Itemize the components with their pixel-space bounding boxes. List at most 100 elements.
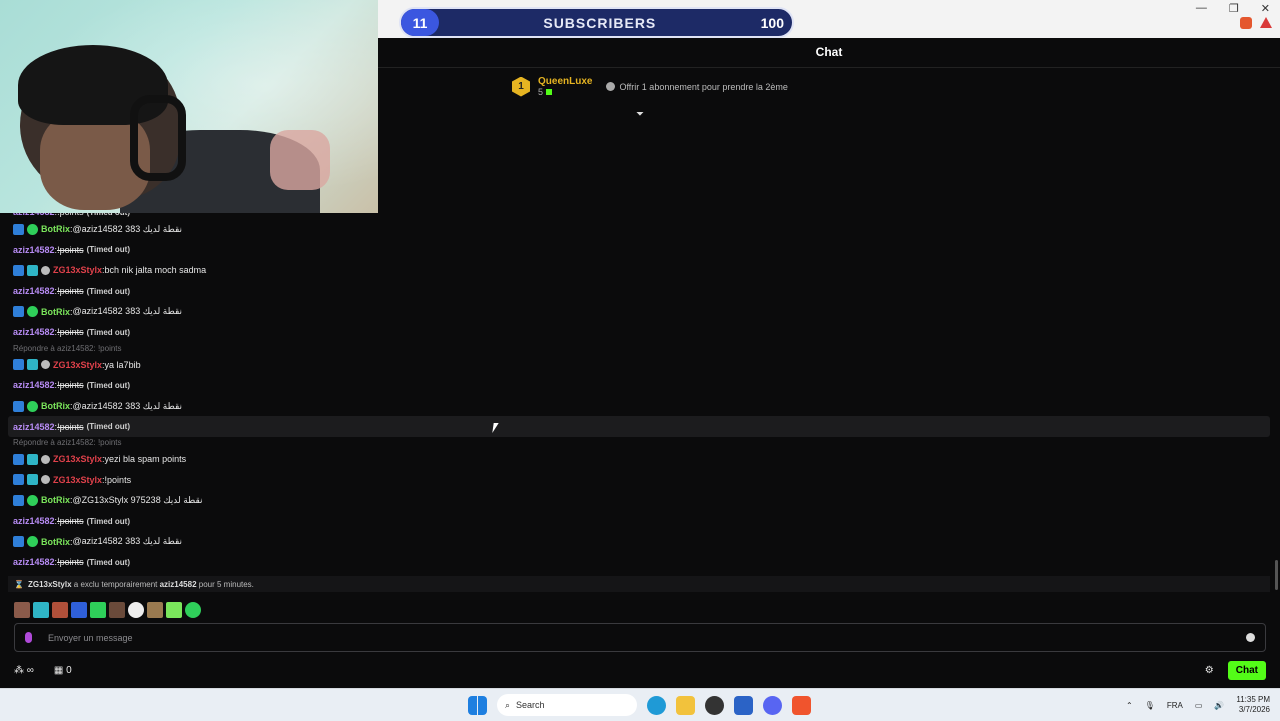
microphone-tray-icon[interactable]: 🎙 bbox=[1145, 701, 1155, 710]
chat-username[interactable]: aziz14582 bbox=[13, 380, 55, 390]
emote-icon[interactable] bbox=[71, 602, 87, 618]
chat-username[interactable]: ZG13xStylx bbox=[53, 454, 102, 464]
chat-message-input[interactable] bbox=[46, 631, 1246, 644]
chat-message[interactable]: ZG13xStylx: bch nik jalta moch sadma bbox=[8, 260, 1270, 281]
brave-shield-icon[interactable] bbox=[1240, 17, 1252, 29]
timed-out-label: (Timed out) bbox=[86, 286, 130, 296]
chat-username[interactable]: aziz14582 bbox=[13, 245, 55, 255]
edge-icon[interactable] bbox=[647, 695, 666, 715]
chat-username[interactable]: BotRix bbox=[41, 401, 70, 411]
network-icon[interactable]: ▭ bbox=[1195, 701, 1203, 710]
timed-out-user: aziz14582 bbox=[159, 579, 197, 589]
gift-offer-text[interactable]: Offrir 1 abonnement pour prendre la 2ème bbox=[619, 82, 787, 92]
chat-message-text: @aziz14582 383 نقطة لديك bbox=[72, 400, 183, 411]
chat-username[interactable]: aziz14582 bbox=[13, 327, 55, 337]
moderator-badge-icon bbox=[13, 359, 24, 371]
settings-gear-icon[interactable]: ⚙ bbox=[1205, 665, 1214, 676]
chat-username[interactable]: BotRix bbox=[41, 307, 70, 317]
channel-points-icon[interactable]: ⁂ ∞ bbox=[14, 665, 34, 676]
chat-message[interactable]: ZG13xStylx: ya la7bib bbox=[8, 355, 1270, 376]
close-icon[interactable]: ✕ bbox=[1261, 2, 1270, 15]
chat-username[interactable]: ZG13xStylx bbox=[53, 475, 102, 485]
chat-message-text: !points bbox=[57, 286, 84, 297]
subscriber-goal-bar: 11 SUBSCRIBERS 100 bbox=[399, 7, 794, 38]
emote-icon[interactable] bbox=[147, 602, 163, 618]
chat-message[interactable]: aziz14582: !points(Timed out) bbox=[8, 240, 1270, 261]
timed-out-label: (Timed out) bbox=[86, 516, 130, 526]
maximize-icon[interactable]: ❐ bbox=[1229, 2, 1239, 15]
pinned-gifter[interactable]: 1 QueenLuxe 5 Offrir 1 abonnement pour p… bbox=[512, 76, 788, 97]
chat-scrollbar[interactable] bbox=[1275, 560, 1278, 590]
moderator-badge-icon bbox=[13, 474, 24, 486]
rank-badge: 1 bbox=[512, 76, 530, 97]
chevron-up-icon[interactable]: ⌃ bbox=[1126, 701, 1133, 710]
microphone-icon[interactable] bbox=[25, 632, 32, 643]
chat-username[interactable]: aziz14582 bbox=[13, 516, 55, 526]
chat-message[interactable]: aziz14582: !points(Timed out) bbox=[8, 416, 1270, 437]
emote-icon[interactable] bbox=[166, 602, 182, 618]
emoji-picker-icon[interactable] bbox=[1246, 633, 1255, 642]
store-app-icon[interactable] bbox=[734, 695, 753, 715]
emote-icon[interactable] bbox=[52, 602, 68, 618]
chat-input-box[interactable] bbox=[14, 623, 1266, 652]
system-text-end: pour 5 minutes. bbox=[198, 579, 254, 589]
og-badge-icon bbox=[41, 454, 50, 464]
clock-time: 11:35 PM bbox=[1236, 695, 1270, 704]
chat-username[interactable]: ZG13xStylx bbox=[53, 360, 102, 370]
chat-message[interactable]: aziz14582: !points(Timed out) bbox=[8, 281, 1270, 302]
chat-message[interactable]: aziz14582: !points(Timed out) bbox=[8, 552, 1270, 573]
chat-message-text: bch nik jalta moch sadma bbox=[104, 265, 207, 276]
input-language[interactable]: FRA bbox=[1167, 701, 1183, 710]
chat-username[interactable]: BotRix bbox=[41, 224, 70, 234]
taskbar-search[interactable]: ⌕ Search bbox=[497, 694, 637, 716]
chat-message[interactable]: BotRix: @aziz14582 383 نقطة لديك bbox=[8, 219, 1270, 240]
chat-message-text: !points bbox=[57, 557, 84, 568]
discord-icon[interactable] bbox=[763, 695, 782, 715]
system-clock[interactable]: 11:35 PM 3/7/2026 bbox=[1236, 695, 1270, 715]
chat-message[interactable]: aziz14582: !points(Timed out) bbox=[8, 375, 1270, 396]
minimize-icon[interactable]: — bbox=[1196, 2, 1207, 15]
reply-context[interactable]: Répondre à aziz14582: !points bbox=[8, 343, 1270, 355]
emote-icon[interactable] bbox=[109, 602, 125, 618]
timeout-system-message: ⌛ ZG13xStylx a exclu temporairement aziz… bbox=[8, 576, 1270, 592]
chat-username[interactable]: aziz14582 bbox=[13, 286, 55, 296]
verified-badge-icon bbox=[27, 400, 38, 412]
chat-message[interactable]: BotRix: @aziz14582 383 نقطة لديك bbox=[8, 301, 1270, 322]
chat-username[interactable]: aziz14582 bbox=[13, 422, 55, 432]
file-explorer-icon[interactable] bbox=[676, 695, 695, 715]
brave-browser-icon[interactable] bbox=[792, 695, 811, 715]
volume-icon[interactable]: 🔊 bbox=[1214, 701, 1224, 710]
chat-message[interactable]: BotRix: @ZG13xStylx 975238 نقطة لديك bbox=[8, 490, 1270, 511]
emote-icon[interactable] bbox=[14, 602, 30, 618]
reply-context[interactable]: Répondre à aziz14582: !points bbox=[8, 437, 1270, 449]
timed-out-label: (Timed out) bbox=[86, 557, 130, 567]
chat-username[interactable]: BotRix bbox=[41, 537, 70, 547]
chat-username[interactable]: BotRix bbox=[41, 495, 70, 505]
chat-message[interactable]: ZG13xStylx: yezi bla spam points bbox=[8, 449, 1270, 470]
emote-icon[interactable] bbox=[128, 602, 144, 618]
send-chat-button[interactable]: Chat bbox=[1227, 660, 1266, 680]
chat-message[interactable]: ZG13xStylx: !points bbox=[8, 470, 1270, 491]
windows-start-icon[interactable] bbox=[468, 695, 487, 715]
emote-icon[interactable] bbox=[185, 602, 201, 618]
collapse-pinned-icon[interactable]: ⏷ bbox=[634, 110, 646, 120]
search-icon: ⌕ bbox=[505, 699, 511, 710]
subscriber-count: 11 bbox=[401, 9, 439, 36]
chat-message[interactable]: aziz14582: !points(Timed out) bbox=[8, 322, 1270, 343]
chat-message[interactable]: BotRix: @aziz14582 383 نقطة لديك bbox=[8, 396, 1270, 417]
emote-icon[interactable] bbox=[90, 602, 106, 618]
brave-rewards-icon[interactable] bbox=[1260, 17, 1272, 28]
chat-message[interactable]: BotRix: @aziz14582 383 نقطة لديك bbox=[8, 531, 1270, 552]
info-icon bbox=[606, 82, 616, 91]
subscriber-goal-label: SUBSCRIBERS bbox=[543, 14, 657, 31]
moderator-badge-icon bbox=[13, 223, 24, 235]
emote-icon[interactable] bbox=[33, 602, 49, 618]
obs-icon[interactable] bbox=[705, 695, 724, 715]
chat-message-list: aziz14582: !points(Timed out)BotRix: @az… bbox=[8, 205, 1270, 573]
store-icon[interactable]: ▦ 0 bbox=[54, 665, 72, 676]
chat-username[interactable]: ZG13xStylx bbox=[53, 265, 102, 275]
gifter-name[interactable]: QueenLuxe bbox=[538, 76, 592, 87]
chat-message[interactable]: aziz14582: !points(Timed out) bbox=[8, 511, 1270, 532]
chat-message-text: ya la7bib bbox=[104, 359, 141, 370]
chat-username[interactable]: aziz14582 bbox=[13, 557, 55, 567]
